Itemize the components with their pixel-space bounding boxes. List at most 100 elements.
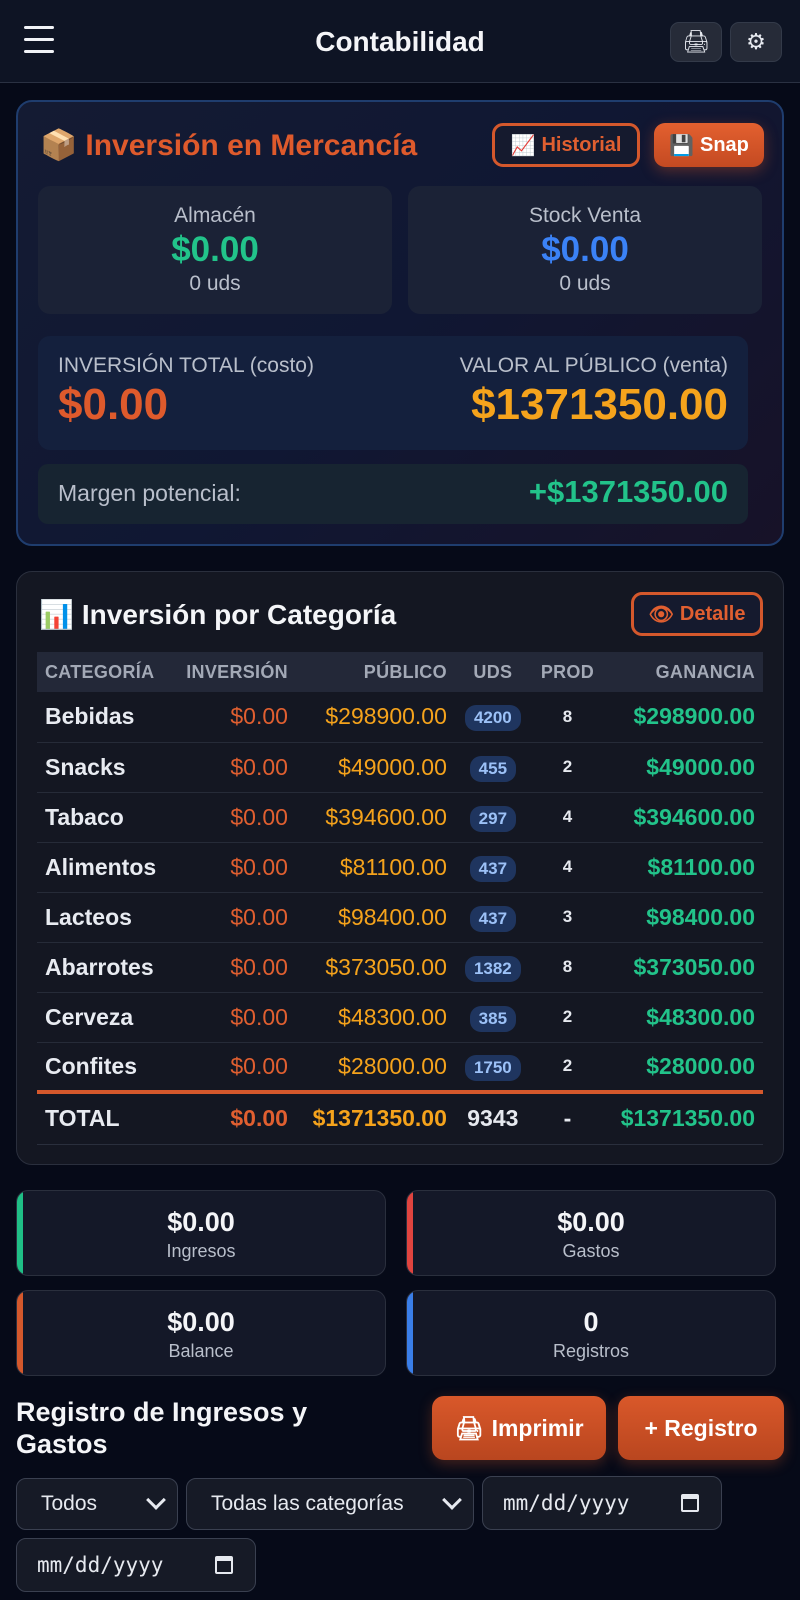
almacen-box: Almacén $0.00 0 uds (38, 186, 392, 314)
detalle-button[interactable]: 👁 Detalle (631, 592, 763, 636)
products-cell: 4 (562, 857, 573, 876)
investment-cell: $0.00 (230, 1052, 288, 1079)
profit-cell: $28000.00 (646, 1052, 755, 1079)
category-cell: Tabaco (45, 803, 124, 830)
category-cell: Alimentos (45, 853, 157, 880)
products-cell: 8 (562, 706, 573, 726)
registro-title: Registro de Ingresos y Gastos (16, 1397, 308, 1459)
public-value-cell: $49000.00 (338, 753, 447, 780)
category-cell: Bebidas (45, 703, 135, 730)
investment-title: 📦 Inversión en Mercancía (40, 129, 418, 162)
top-bar: Contabilidad 🖨 ⚙ (0, 0, 800, 83)
units-cell: 1750 (455, 1042, 531, 1092)
category-cell: Confites (45, 1052, 137, 1079)
public-value-cell: $48300.00 (338, 1003, 447, 1030)
units-cell: 385 (455, 992, 531, 1042)
category-cell: Snacks (45, 753, 126, 780)
stat-accent-bar (407, 1191, 413, 1275)
public-value-cell: $394600.00 (325, 803, 447, 830)
table-row[interactable]: Cerveza $0.00 $48300.00 385 2 $48300.00 (37, 992, 763, 1042)
table-row[interactable]: Confites $0.00 $28000.00 1750 2 $28000.00 (37, 1042, 763, 1092)
add-registro-button[interactable]: + Registro (618, 1396, 784, 1460)
table-row[interactable]: Abarrotes $0.00 $373050.00 1382 8 $373050.00 (37, 942, 763, 992)
products-cell: 4 (562, 807, 573, 826)
print-button[interactable]: 🖨 (670, 22, 722, 62)
date-to-input[interactable]: mm/dd/yyyy (16, 1538, 256, 1592)
units-cell: 437 (455, 892, 531, 942)
profit-cell: $98400.00 (646, 903, 755, 930)
category-cell: Abarrotes (45, 953, 154, 980)
gastos-stat: $0.00 Gastos (406, 1190, 776, 1276)
units-cell: 455 (455, 742, 531, 792)
products-cell: 3 (562, 907, 573, 926)
calendar-icon[interactable] (215, 1556, 233, 1574)
table-header-row: CATEGORÍA INVERSIÓN PÚBLICO UDS PROD GAN… (37, 652, 763, 692)
units-cell: 437 (455, 842, 531, 892)
units-badge: 1750 (464, 1054, 521, 1081)
investment-cell: $0.00 (230, 703, 288, 730)
margin-value: +$1371350.00 (528, 474, 728, 509)
units-cell: 1382 (455, 942, 531, 992)
column-header: CATEGORÍA (45, 661, 155, 682)
imprimir-button[interactable]: 🖨 Imprimir (432, 1396, 606, 1460)
date-from-input[interactable]: mm/dd/yyyy (482, 1476, 722, 1530)
products-cell: 2 (562, 1056, 573, 1076)
units-badge: 385 (469, 1005, 517, 1032)
category-cell: Lacteos (45, 903, 132, 930)
calendar-icon[interactable] (681, 1494, 699, 1512)
profit-cell: $49000.00 (646, 753, 755, 780)
category-cell: Cerveza (45, 1003, 134, 1030)
profit-cell: $81100.00 (647, 853, 755, 880)
total-investment-box: INVERSIÓN TOTAL (costo) $0.00 VALOR AL P… (38, 336, 748, 450)
balance-stat: $0.00 Balance (16, 1290, 386, 1376)
package-icon: 📦 (40, 129, 78, 162)
snap-button[interactable]: 💾 Snap (654, 123, 764, 167)
stat-accent-bar (17, 1291, 23, 1375)
products-cell: 8 (562, 957, 573, 976)
units-badge: 437 (469, 855, 517, 882)
investment-cell: $0.00 (230, 853, 288, 880)
table-row[interactable]: Snacks $0.00 $49000.00 455 2 $49000.00 (37, 742, 763, 792)
table-row[interactable]: Lacteos $0.00 $98400.00 437 3 $98400.00 (37, 892, 763, 942)
public-value-cell: $298900.00 (325, 703, 447, 730)
public-value-cell: $98400.00 (338, 903, 447, 930)
bar-chart-icon: 📊 (39, 599, 74, 630)
units-badge: 1382 (464, 955, 521, 982)
gear-icon: ⚙ (746, 29, 766, 54)
type-filter-select[interactable]: Todos (16, 1478, 178, 1530)
almacen-value: $0.00 (171, 230, 259, 269)
category-filter-select[interactable]: Todas las categorías (186, 1478, 474, 1530)
chevron-down-icon (146, 1490, 166, 1510)
ingresos-stat: $0.00 Ingresos (16, 1190, 386, 1276)
units-cell: 4200 (455, 692, 531, 742)
investment-cell: $0.00 (230, 903, 288, 930)
products-cell: 2 (562, 1007, 573, 1026)
category-title: 📊 Inversión por Categoría (39, 599, 397, 630)
chart-up-icon: 📈 (510, 134, 536, 157)
table-row[interactable]: Alimentos $0.00 $81100.00 437 4 $81100.00 (37, 842, 763, 892)
settings-button[interactable]: ⚙ (730, 22, 782, 62)
printer-icon: 🖨 (682, 29, 710, 54)
column-header: PROD (540, 661, 595, 682)
column-header: INVERSIÓN (186, 661, 288, 682)
column-header: PÚBLICO (363, 661, 447, 682)
investment-card: 📦 Inversión en Mercancía 📈 Historial 💾 Sn… (16, 100, 784, 546)
investment-cell: $0.00 (230, 753, 288, 780)
profit-cell: $298900.00 (633, 703, 755, 730)
investment-cell: $0.00 (230, 1003, 288, 1030)
margin-box: Margen potencial: +$1371350.00 (38, 464, 748, 524)
registros-stat: 0 Registros (406, 1290, 776, 1376)
column-header: GANANCIA (655, 661, 755, 682)
investment-cell: $0.00 (230, 953, 288, 980)
products-cell: 2 (562, 757, 573, 776)
profit-cell: $48300.00 (646, 1003, 755, 1030)
table-total-row: TOTAL $0.00 $1371350.00 9343 - $1371350.… (37, 1092, 763, 1144)
historial-button[interactable]: 📈 Historial (492, 123, 640, 167)
public-value-cell: $81100.00 (339, 853, 447, 880)
floppy-disk-icon: 💾 (669, 134, 694, 157)
table-row[interactable]: Tabaco $0.00 $394600.00 297 4 $394600.00 (37, 792, 763, 842)
printer-icon: 🖨 (454, 1414, 484, 1441)
profit-cell: $394600.00 (633, 803, 755, 830)
table-row[interactable]: Bebidas $0.00 $298900.00 4200 8 $298900.00 (37, 692, 763, 742)
column-header: UDS (473, 661, 513, 682)
